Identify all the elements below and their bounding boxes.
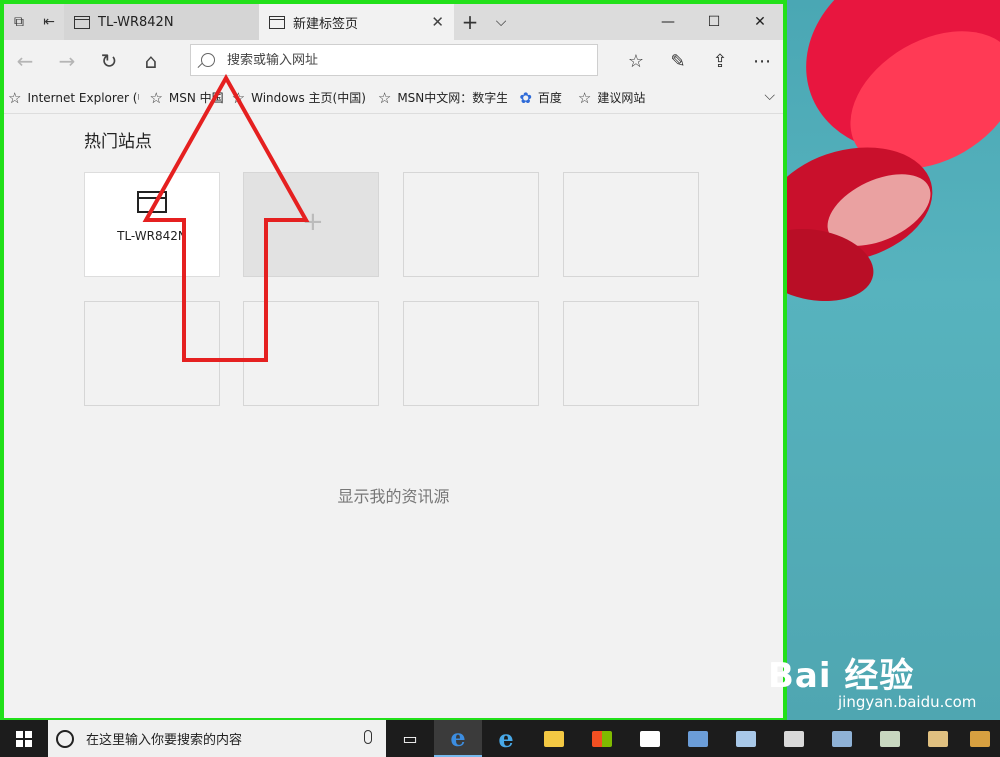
star-icon: ☆ (577, 88, 592, 107)
home-button[interactable]: ⌂ (130, 40, 172, 82)
forward-button[interactable]: → (46, 40, 88, 82)
close-button[interactable]: ✕ (737, 4, 783, 40)
network-app-icon[interactable] (674, 720, 722, 757)
address-bar[interactable] (190, 44, 598, 76)
tab-new-tab[interactable]: 新建标签页 ✕ (259, 4, 454, 40)
favorite-item[interactable]: ☆Internet Explorer (中国 (8, 89, 139, 107)
start-button[interactable] (0, 720, 48, 757)
store-icon[interactable] (578, 720, 626, 757)
set-aside-tabs-icon[interactable]: ⇤ (34, 4, 64, 40)
favorite-item[interactable]: ☆ MSN 中国 (149, 89, 223, 107)
baidu-jingyan-watermark: Bai 经验 jingyan.baidu.com (768, 656, 977, 711)
favorites-bar: ☆Internet Explorer (中国 ☆MSN 中国 ☆Windows … (4, 82, 783, 114)
screen: ⧉ ⇤ TL-WR842N 新建标签页 ✕ + ⌵ — ☐ ✕ ← → ↻ ⌂ (0, 0, 1000, 757)
microphone-icon[interactable] (364, 730, 372, 744)
empty-tile[interactable] (243, 301, 379, 406)
favorite-item[interactable]: ☆ 建议网站 (578, 89, 645, 107)
star-icon: ☆ (231, 88, 246, 107)
app-icon[interactable] (818, 720, 866, 757)
tab-bar: ⧉ ⇤ TL-WR842N 新建标签页 ✕ + ⌵ — ☐ ✕ (4, 4, 783, 40)
empty-tile[interactable] (84, 301, 220, 406)
tab-tl-wr842n[interactable]: TL-WR842N (64, 4, 259, 40)
edge-taskbar-icon[interactable]: e (434, 720, 482, 757)
new-tab-button[interactable]: + (454, 4, 486, 40)
page-icon (269, 15, 285, 29)
empty-tile[interactable] (403, 172, 539, 277)
baidu-paw-icon: ✿ (519, 88, 532, 107)
browser-window: ⧉ ⇤ TL-WR842N 新建标签页 ✕ + ⌵ — ☐ ✕ ← → ↻ ⌂ (0, 0, 787, 720)
mail-icon[interactable] (626, 720, 674, 757)
app-icon[interactable] (866, 720, 914, 757)
app-icon[interactable] (770, 720, 818, 757)
taskbar-search[interactable]: 在这里输入你要搜索的内容 (48, 720, 386, 757)
minimize-button[interactable]: — (645, 4, 691, 40)
favorite-item[interactable]: ☆ Windows 主页(中国) (232, 89, 366, 107)
web-note-icon[interactable]: ✎ (657, 40, 699, 82)
tile-label: TL-WR842N (117, 229, 187, 243)
favorites-hub-icon[interactable]: ☆ (615, 40, 657, 82)
more-menu-icon[interactable]: ⋯ (741, 40, 783, 82)
navigation-bar: ← → ↻ ⌂ ☆ ✎ ⇪ ⋯ (4, 40, 783, 82)
empty-tile[interactable] (563, 301, 699, 406)
close-tab-icon[interactable]: ✕ (431, 13, 444, 31)
address-input[interactable] (227, 52, 557, 68)
add-site-tile[interactable]: + (243, 172, 379, 277)
top-sites-heading: 热门站点 (84, 132, 152, 152)
cortana-icon (56, 729, 74, 748)
file-explorer-icon[interactable] (530, 720, 578, 757)
tab-label: 新建标签页 (293, 16, 359, 32)
maximize-button[interactable]: ☐ (691, 4, 737, 40)
favorite-item[interactable]: ✿ 百度 (519, 89, 562, 107)
tab-label: TL-WR842N (98, 14, 174, 30)
top-site-tile[interactable]: TL-WR842N (84, 172, 220, 277)
chevron-down-icon[interactable]: ⌵ (764, 88, 775, 104)
refresh-button[interactable]: ↻ (88, 40, 130, 82)
taskbar-search-placeholder: 在这里输入你要搜索的内容 (86, 733, 243, 748)
ie-taskbar-icon[interactable]: e (482, 720, 530, 757)
star-icon: ☆ (8, 88, 22, 107)
page-icon (74, 15, 90, 29)
back-button[interactable]: ← (4, 40, 46, 82)
empty-tile[interactable] (563, 172, 699, 277)
taskbar: 在这里输入你要搜索的内容 ▭ e e (0, 720, 1000, 757)
tab-list-chevron-icon[interactable]: ⌵ (486, 4, 516, 40)
new-tab-page: 热门站点 TL-WR842N + 显示我的资讯源 (4, 115, 783, 718)
plus-icon: + (302, 207, 324, 237)
app-icon[interactable] (722, 720, 770, 757)
favorite-item[interactable]: ☆ MSN中文网：数字生 (378, 89, 507, 107)
star-icon: ☆ (377, 88, 392, 107)
task-view-button[interactable]: ▭ (386, 720, 434, 757)
show-news-feed-link[interactable]: 显示我的资讯源 (4, 483, 783, 507)
app-icon[interactable] (914, 720, 962, 757)
website-icon (137, 191, 167, 213)
windows-logo-icon (16, 730, 32, 747)
star-icon: ☆ (149, 88, 163, 107)
desktop-wallpaper (784, 0, 1000, 720)
tab-preview-icon[interactable]: ⧉ (4, 4, 34, 40)
share-icon[interactable]: ⇪ (699, 40, 741, 82)
empty-tile[interactable] (403, 301, 539, 406)
app-icon[interactable] (962, 720, 998, 757)
search-icon (201, 53, 215, 67)
